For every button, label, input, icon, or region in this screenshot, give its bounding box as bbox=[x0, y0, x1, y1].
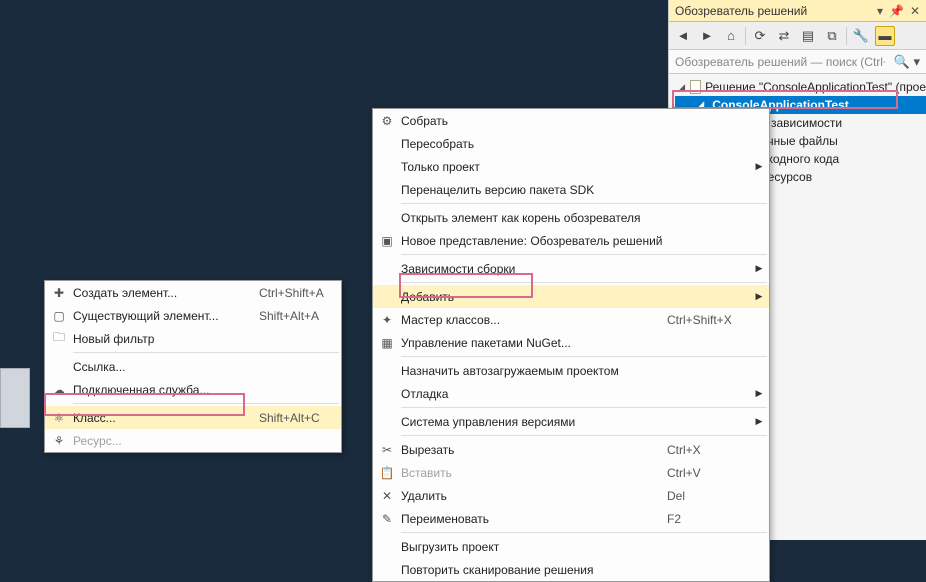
home-icon[interactable]: ⌂ bbox=[721, 26, 741, 46]
menu-item-nuget[interactable]: ▦ Управление пакетами NuGet... bbox=[373, 331, 769, 354]
separator bbox=[401, 282, 767, 283]
tree-item-source-code[interactable]: сходного кода bbox=[759, 150, 926, 168]
new-item-icon: ✚ bbox=[54, 286, 64, 300]
existing-item-icon: ▢ bbox=[53, 309, 64, 323]
delete-icon: ✕ bbox=[382, 489, 392, 503]
submenu-arrow-icon: ▶ bbox=[753, 263, 769, 274]
menu-item-delete[interactable]: ✕ Удалить Del bbox=[373, 484, 769, 507]
dropdown-icon[interactable]: ▾ bbox=[877, 4, 883, 18]
solution-icon bbox=[690, 80, 701, 94]
tree-item-resources[interactable]: ресурсов bbox=[759, 168, 926, 186]
tree-item-source-files[interactable]: очные файлы bbox=[759, 132, 926, 150]
search-icon[interactable]: 🔍 ▾ bbox=[894, 54, 920, 70]
solution-explorer-toolbar: ◄ ► ⌂ ⟳ ⇄ ▤ ⧉ 🔧 ▬ bbox=[669, 22, 926, 50]
copy-icon[interactable]: ⧉ bbox=[822, 26, 842, 46]
submenu-arrow-icon: ▶ bbox=[753, 161, 769, 172]
submenu-item-class[interactable]: ⚛ Класс... Shift+Alt+C bbox=[45, 406, 341, 429]
separator bbox=[401, 356, 767, 357]
solution-node[interactable]: ◢ Решение "ConsoleApplicationTest" (прое bbox=[675, 78, 926, 96]
rename-icon: ✎ bbox=[382, 512, 392, 526]
class-icon: ⚛ bbox=[54, 411, 65, 425]
separator bbox=[846, 27, 847, 45]
submenu-item-resource: ⚘ Ресурс... bbox=[45, 429, 341, 452]
exchange-icon[interactable]: ⇄ bbox=[774, 26, 794, 46]
menu-item-open-root[interactable]: Открыть элемент как корень обозревателя bbox=[373, 206, 769, 229]
menu-item-debug[interactable]: Отладка ▶ bbox=[373, 382, 769, 405]
pin-icon[interactable]: 📌 bbox=[889, 4, 904, 18]
separator bbox=[401, 254, 767, 255]
properties-icon[interactable]: 🔧 bbox=[851, 26, 871, 46]
menu-item-source-control[interactable]: Система управления версиями ▶ bbox=[373, 410, 769, 433]
menu-item-rename[interactable]: ✎ Переименовать F2 bbox=[373, 507, 769, 530]
submenu-item-connected-service[interactable]: ☁ Подключенная служба... bbox=[45, 378, 341, 401]
resource-icon: ⚘ bbox=[54, 434, 65, 448]
tree-item-dependencies[interactable]: е зависимости bbox=[759, 114, 926, 132]
solution-explorer-search: 🔍 ▾ bbox=[669, 50, 926, 74]
forward-icon[interactable]: ► bbox=[697, 26, 717, 46]
add-submenu: ✚ Создать элемент... Ctrl+Shift+A ▢ Суще… bbox=[44, 280, 342, 453]
wizard-icon: ✦ bbox=[382, 313, 392, 327]
menu-item-unload[interactable]: Выгрузить проект bbox=[373, 535, 769, 558]
menu-item-build-deps[interactable]: Зависимости сборки ▶ bbox=[373, 257, 769, 280]
paste-icon: 📋 bbox=[380, 466, 395, 480]
sync-icon[interactable]: ⟳ bbox=[750, 26, 770, 46]
submenu-item-new-item[interactable]: ✚ Создать элемент... Ctrl+Shift+A bbox=[45, 281, 341, 304]
back-icon[interactable]: ◄ bbox=[673, 26, 693, 46]
cloud-icon: ☁ bbox=[53, 383, 65, 397]
separator bbox=[401, 435, 767, 436]
expand-icon[interactable]: ◢ bbox=[677, 82, 686, 93]
highlighted-tool-icon[interactable]: ▬ bbox=[875, 26, 895, 46]
menu-item-set-startup[interactable]: Назначить автозагружаемым проектом bbox=[373, 359, 769, 382]
close-icon[interactable]: ✕ bbox=[910, 4, 920, 18]
submenu-arrow-icon: ▶ bbox=[753, 388, 769, 399]
separator bbox=[73, 352, 339, 353]
search-input[interactable] bbox=[675, 55, 885, 69]
submenu-arrow-icon: ▶ bbox=[753, 416, 769, 427]
menu-item-project-only[interactable]: Только проект ▶ bbox=[373, 155, 769, 178]
menu-item-build[interactable]: ⚙ Собрать bbox=[373, 109, 769, 132]
menu-item-paste: 📋 Вставить Ctrl+V bbox=[373, 461, 769, 484]
menu-item-class-wizard[interactable]: ✦ Мастер классов... Ctrl+Shift+X bbox=[373, 308, 769, 331]
folder-icon: 🗀 bbox=[53, 328, 65, 349]
project-context-menu: ⚙ Собрать Пересобрать Только проект ▶ Пе… bbox=[372, 108, 770, 582]
menu-item-rescan[interactable]: Повторить сканирование решения bbox=[373, 558, 769, 581]
solution-explorer-titlebar: Обозреватель решений ▾ 📌 ✕ bbox=[669, 0, 926, 22]
submenu-arrow-icon: ▶ bbox=[753, 291, 769, 302]
submenu-item-reference[interactable]: Ссылка... bbox=[45, 355, 341, 378]
nuget-icon: ▦ bbox=[381, 336, 392, 350]
window-icon: ▣ bbox=[381, 234, 392, 248]
cut-icon: ✂ bbox=[382, 443, 392, 457]
submenu-item-existing-item[interactable]: ▢ Существующий элемент... Shift+Alt+A bbox=[45, 304, 341, 327]
menu-item-rebuild[interactable]: Пересобрать bbox=[373, 132, 769, 155]
separator bbox=[401, 407, 767, 408]
separator bbox=[745, 27, 746, 45]
separator bbox=[73, 403, 339, 404]
solution-explorer-title: Обозреватель решений bbox=[675, 4, 807, 18]
menu-item-new-view[interactable]: ▣ Новое представление: Обозреватель реше… bbox=[373, 229, 769, 252]
build-icon: ⚙ bbox=[382, 114, 393, 128]
filter-icon[interactable]: ▤ bbox=[798, 26, 818, 46]
submenu-item-new-filter[interactable]: 🗀 Новый фильтр bbox=[45, 327, 341, 350]
menu-item-retarget-sdk[interactable]: Перенацелить версию пакета SDK bbox=[373, 178, 769, 201]
collapsed-sidebar bbox=[0, 368, 30, 428]
separator bbox=[401, 532, 767, 533]
menu-item-cut[interactable]: ✂ Вырезать Ctrl+X bbox=[373, 438, 769, 461]
menu-item-add[interactable]: Добавить ▶ bbox=[373, 285, 769, 308]
separator bbox=[401, 203, 767, 204]
